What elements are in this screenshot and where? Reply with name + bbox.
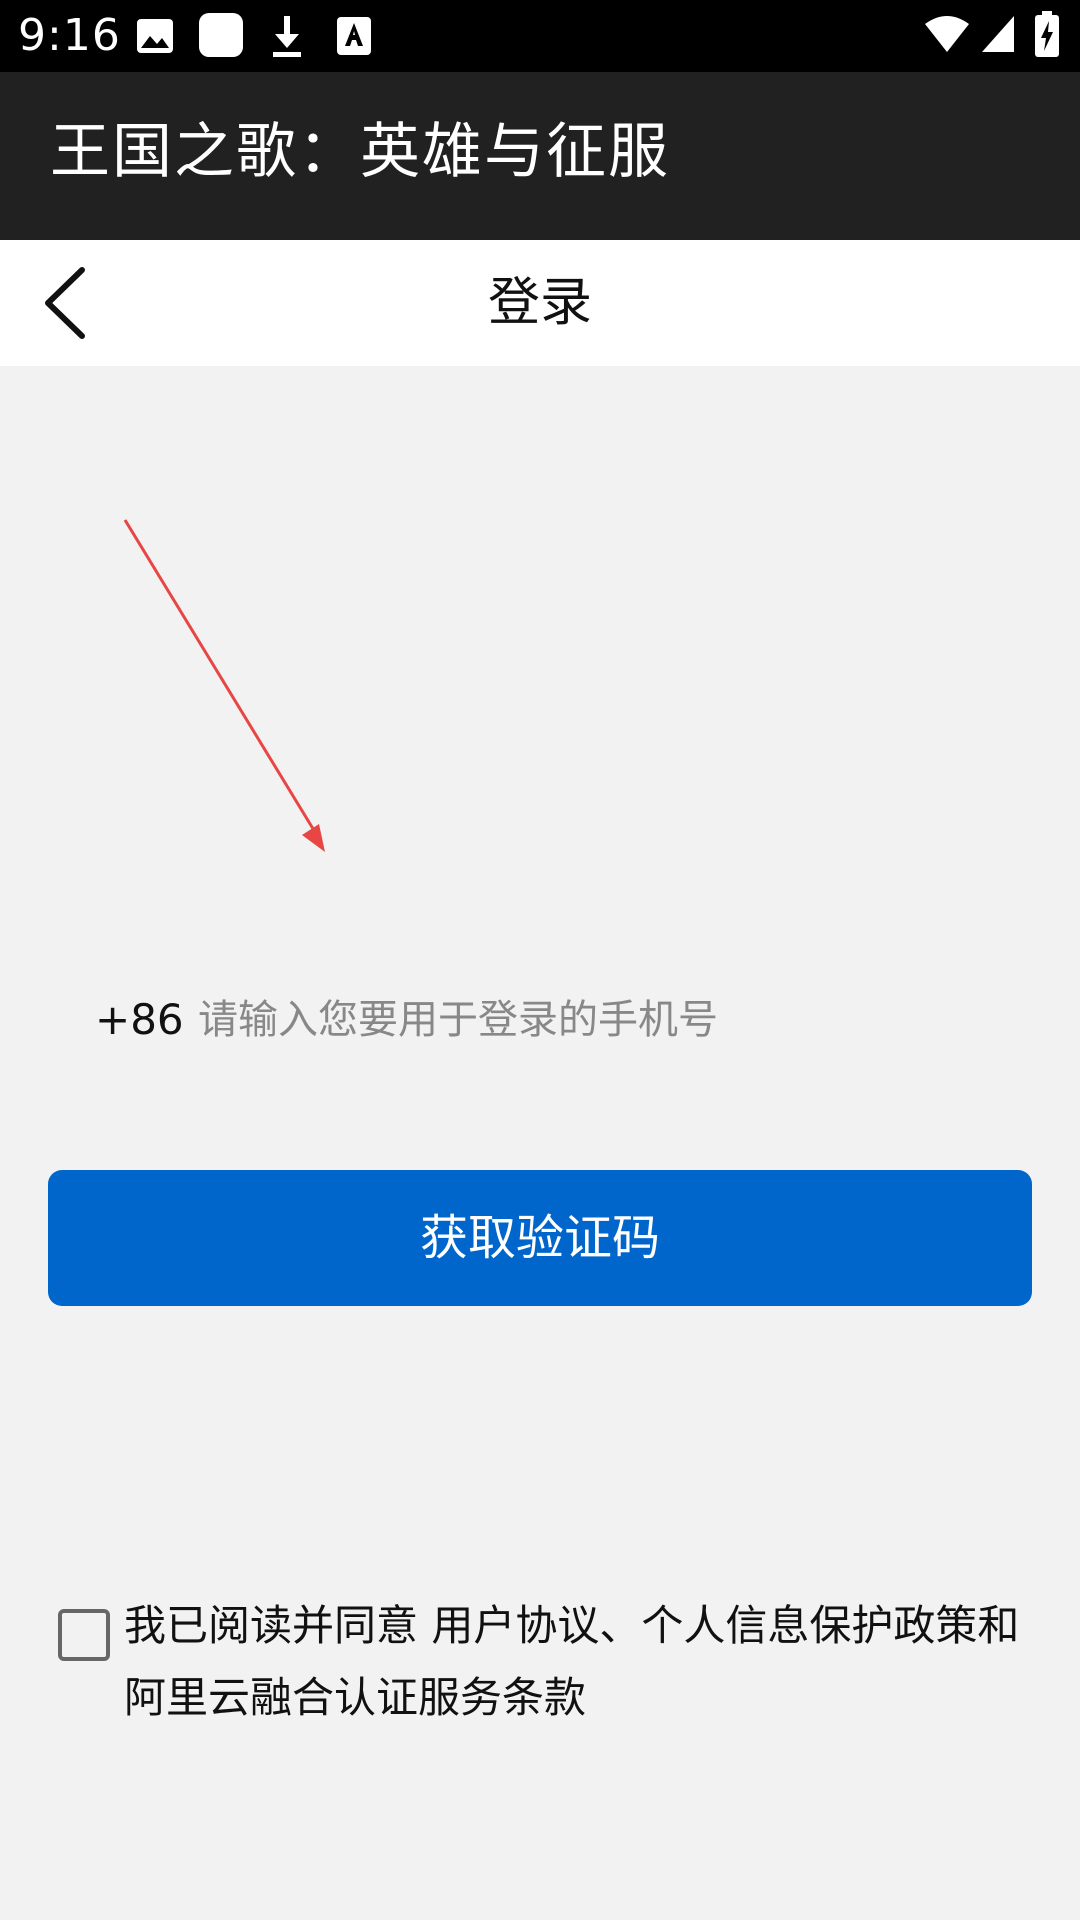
page-title: 登录 <box>487 273 592 333</box>
status-time: 9:16 <box>18 10 121 61</box>
user-agreement-link[interactable]: 用户协议 <box>431 1601 599 1650</box>
battery-charging-icon <box>1035 11 1059 57</box>
privacy-policy-link[interactable]: 个人信息保护政策 <box>641 1601 977 1650</box>
annotation-arrow-line <box>123 519 317 833</box>
font-icon <box>337 17 371 55</box>
app-title: 王国之歌：英雄与征服 <box>50 117 670 187</box>
phone-input[interactable] <box>198 975 1018 1065</box>
app-bar: 王国之歌：英雄与征服 <box>0 72 1080 240</box>
get-code-button[interactable]: 获取验证码 <box>48 1170 1032 1306</box>
agree-checkbox[interactable] <box>58 1609 110 1661</box>
auth-terms-link[interactable]: 阿里云融合认证服务条款 <box>124 1673 586 1722</box>
image-icon <box>137 19 173 53</box>
agreement-prefix: 我已阅读并同意 <box>124 1601 432 1650</box>
signal-icon <box>982 16 1014 52</box>
status-bar: 9:16 <box>0 0 1080 72</box>
login-header: 登录 <box>0 240 1080 366</box>
agreement-conjunction: 和 <box>977 1601 1020 1650</box>
app-icon <box>199 13 243 57</box>
phone-row: +86 <box>0 975 1080 1065</box>
download-icon <box>273 16 301 57</box>
agreement-separator: 、 <box>599 1601 642 1650</box>
annotation-arrow-head <box>302 824 325 852</box>
agreement-text: 我已阅读并同意 用户协议、个人信息保护政策和阿里云融合认证服务条款 <box>124 1590 1034 1734</box>
wifi-icon <box>925 16 969 52</box>
country-code[interactable]: +86 <box>95 975 184 1065</box>
